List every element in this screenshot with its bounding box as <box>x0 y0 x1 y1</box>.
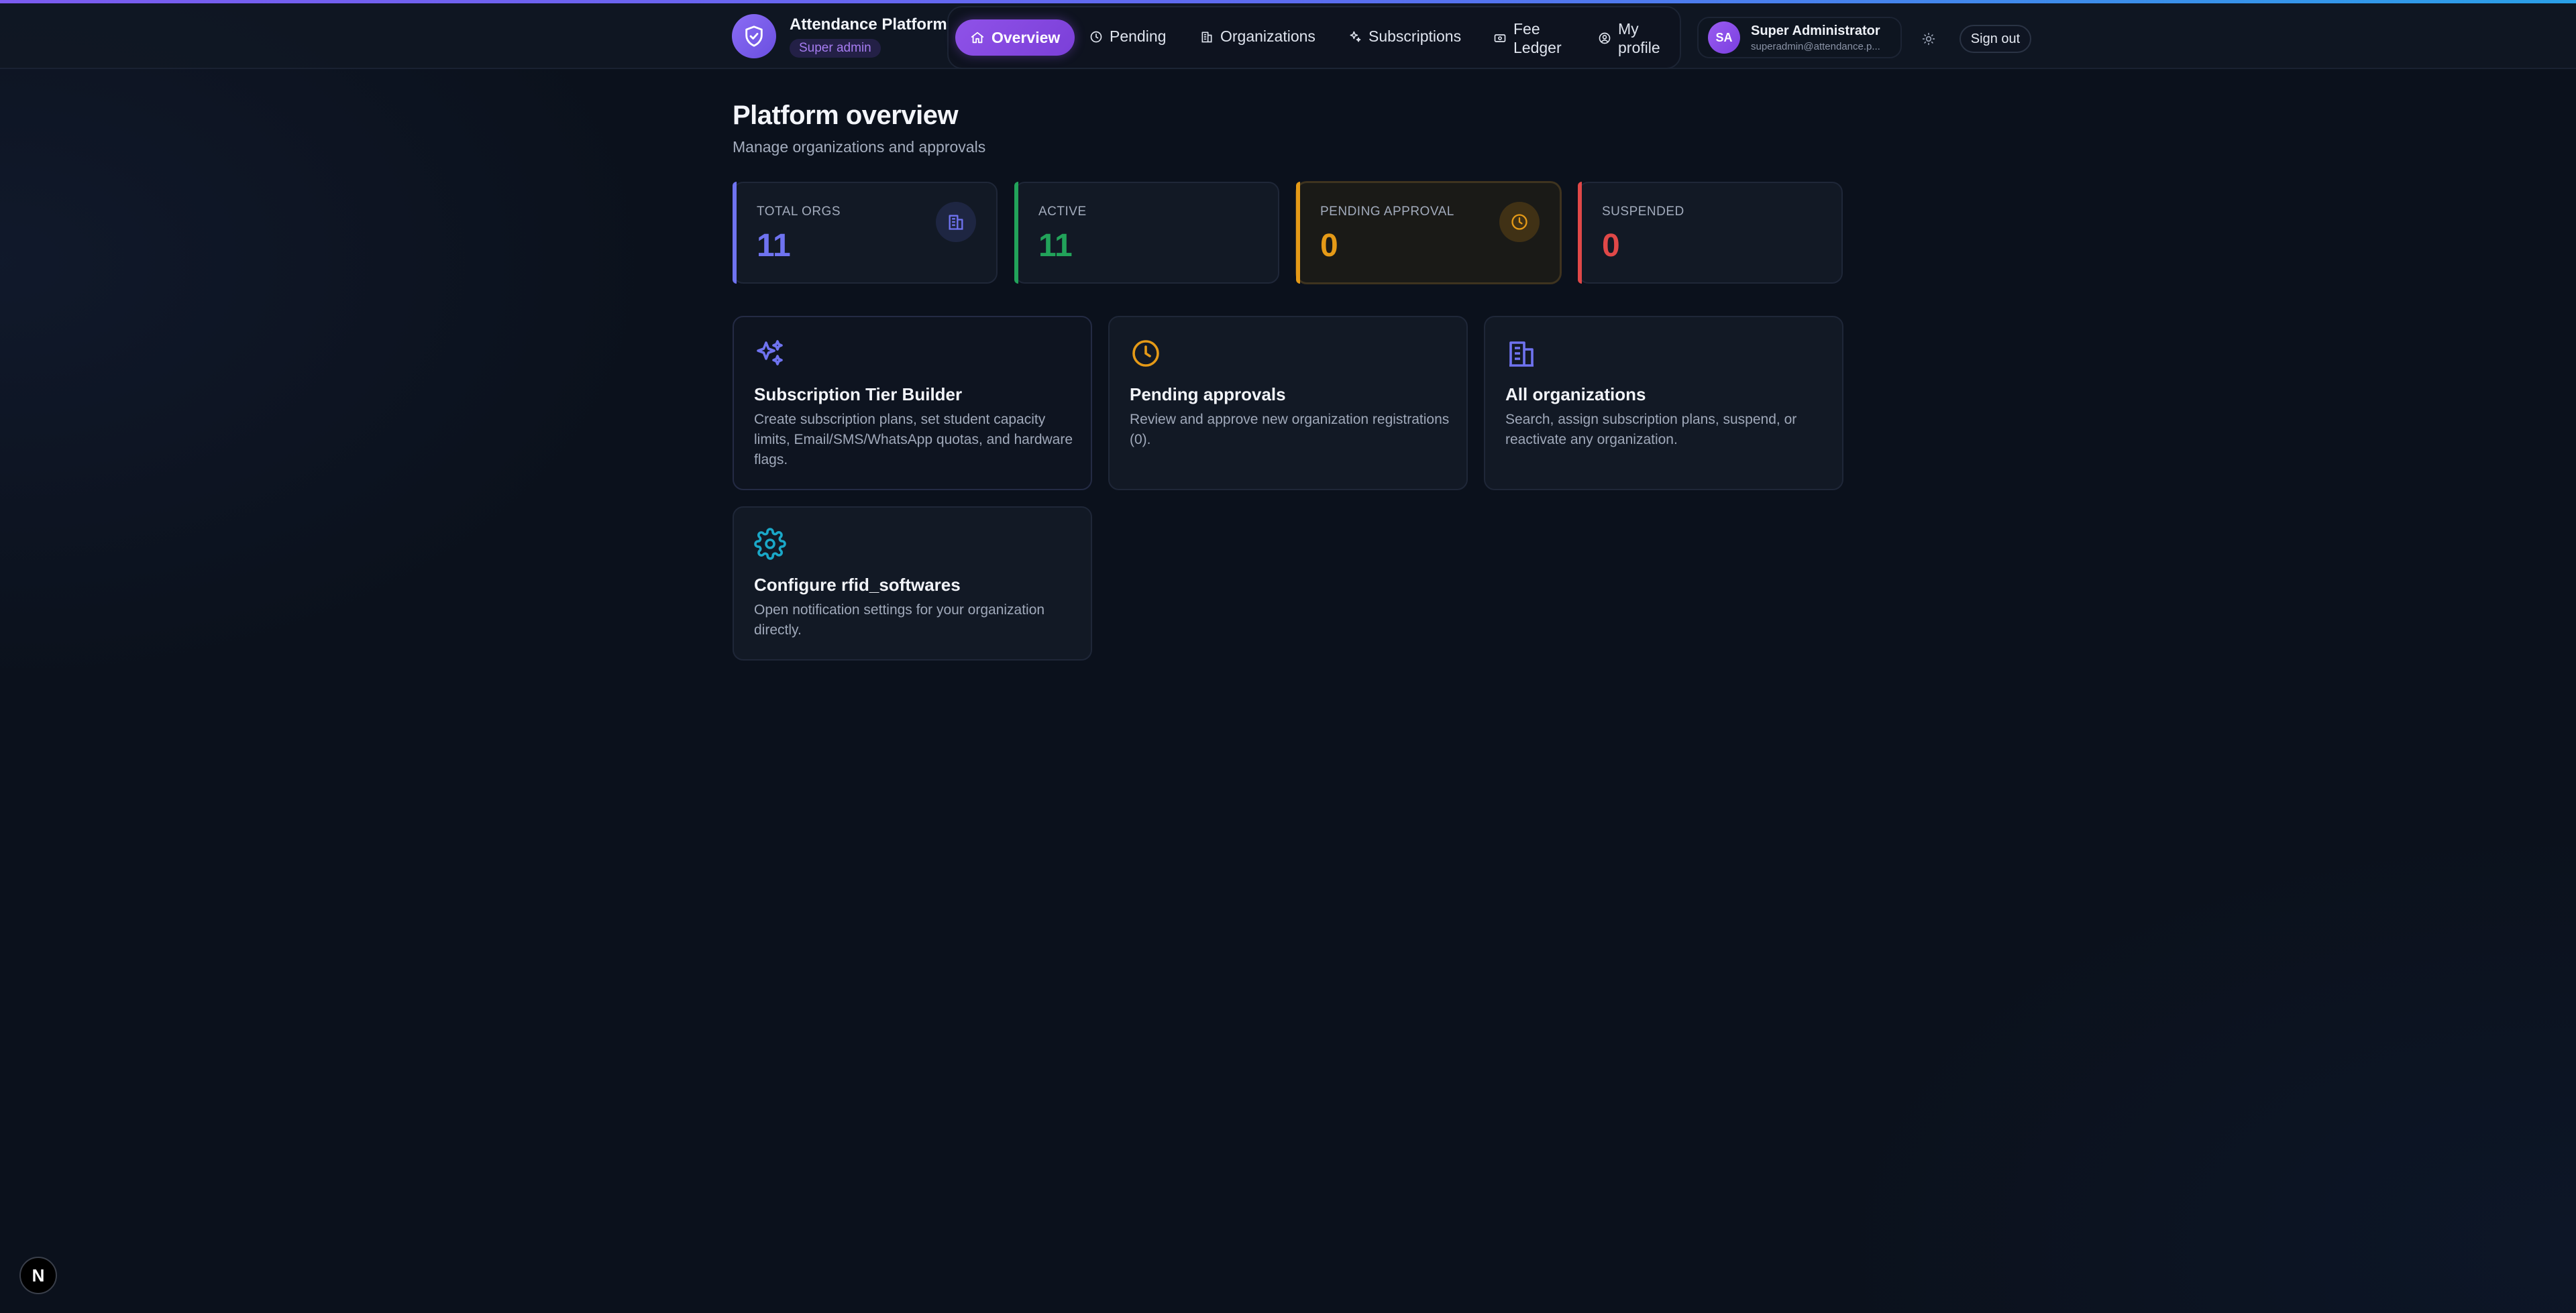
card-subscription-tier-builder[interactable]: Subscription Tier Builder Create subscri… <box>733 316 1092 490</box>
sparkles-icon <box>1350 31 1361 42</box>
card-description: Open notification settings for your orga… <box>754 602 1045 638</box>
stat-suspended: SUSPENDED 0 <box>1578 182 1843 284</box>
nav-overview[interactable]: Overview <box>955 19 1075 56</box>
nav-my-profile-line1: My <box>1618 20 1639 38</box>
home-icon <box>971 32 984 44</box>
building-icon <box>936 202 976 242</box>
nav-my-profile-line2: profile <box>1618 39 1660 56</box>
stat-active: ACTIVE 11 <box>1014 182 1279 284</box>
theme-toggle-button[interactable] <box>1919 29 1939 49</box>
nav-organizations-label: Organizations <box>1220 27 1316 45</box>
stat-label: ACTIVE <box>1038 205 1087 219</box>
stat-value: 11 <box>757 228 791 264</box>
page-title: Platform overview <box>733 101 959 130</box>
sign-out-button[interactable]: Sign out <box>1960 25 2031 53</box>
building-icon <box>1509 341 1534 367</box>
card-title: Configure rfid_softwares <box>754 575 961 595</box>
card-configure-rfid[interactable]: Configure rfid_softwares Open notificati… <box>733 506 1092 661</box>
nav-subscriptions[interactable]: Subscriptions <box>1348 27 1461 46</box>
stat-value: 0 <box>1320 228 1338 264</box>
clock-icon <box>1090 31 1102 42</box>
nav-fee-ledger-line2: Ledger <box>1513 39 1562 56</box>
nav-organizations[interactable]: Organizations <box>1200 27 1316 46</box>
nav-subscriptions-label: Subscriptions <box>1368 27 1462 45</box>
page-subtitle: Manage organizations and approvals <box>733 138 986 156</box>
stat-label: SUSPENDED <box>1602 205 1684 219</box>
stat-pending-approval: PENDING APPROVAL 0 <box>1296 182 1561 284</box>
nav-fee-ledger-line1: Fee <box>1513 20 1540 38</box>
avatar: SA <box>1708 21 1740 54</box>
sparkles-icon <box>757 340 783 365</box>
shield-icon <box>732 14 776 58</box>
card-description: Search, assign subscription plans, suspe… <box>1505 412 1797 447</box>
sun-icon <box>1922 32 1935 46</box>
clock-icon <box>1132 340 1159 367</box>
nav-pending-label: Pending <box>1110 27 1167 45</box>
user-circle-icon <box>1599 32 1611 44</box>
stat-value: 0 <box>1602 228 1620 264</box>
receipt-icon <box>1494 34 1506 42</box>
card-description: Create subscription plans, set student c… <box>754 412 1073 467</box>
user-email: superadmin@attendance.p... <box>1751 40 1880 52</box>
stat-total-orgs: TOTAL ORGS 11 <box>733 182 998 284</box>
nav-pending[interactable]: Pending <box>1089 27 1166 46</box>
dev-tools-badge[interactable]: N <box>19 1257 57 1294</box>
role-badge: Super admin <box>790 39 881 58</box>
card-all-organizations[interactable]: All organizations Search, assign subscri… <box>1484 316 1843 490</box>
building-icon <box>1201 32 1212 42</box>
main-nav: Overview Pending Organizations Subscript… <box>947 6 1681 69</box>
card-title: All organizations <box>1505 384 1646 404</box>
card-pending-approvals[interactable]: Pending approvals Review and approve new… <box>1108 316 1468 490</box>
gear-icon <box>754 528 786 560</box>
stat-label: PENDING APPROVAL <box>1320 205 1454 219</box>
card-title: Subscription Tier Builder <box>754 384 963 404</box>
nav-fee-ledger[interactable]: Fee Ledger <box>1493 19 1562 57</box>
clock-icon <box>1499 202 1540 242</box>
stat-label: TOTAL ORGS <box>757 205 841 219</box>
app-header: Attendance Platform Super admin Overview… <box>0 3 2576 69</box>
user-menu[interactable]: SA Super Administrator superadmin@attend… <box>1697 17 1902 58</box>
stat-value: 11 <box>1038 228 1073 264</box>
nav-overview-label: Overview <box>991 28 1061 46</box>
card-description: Review and approve new organization regi… <box>1130 412 1450 447</box>
user-name: Super Administrator <box>1751 23 1880 38</box>
brand-title: Attendance Platform <box>790 15 947 34</box>
brand[interactable]: Attendance Platform Super admin <box>732 14 947 58</box>
card-title: Pending approvals <box>1130 384 1286 404</box>
nav-my-profile[interactable]: My profile <box>1598 19 1660 57</box>
